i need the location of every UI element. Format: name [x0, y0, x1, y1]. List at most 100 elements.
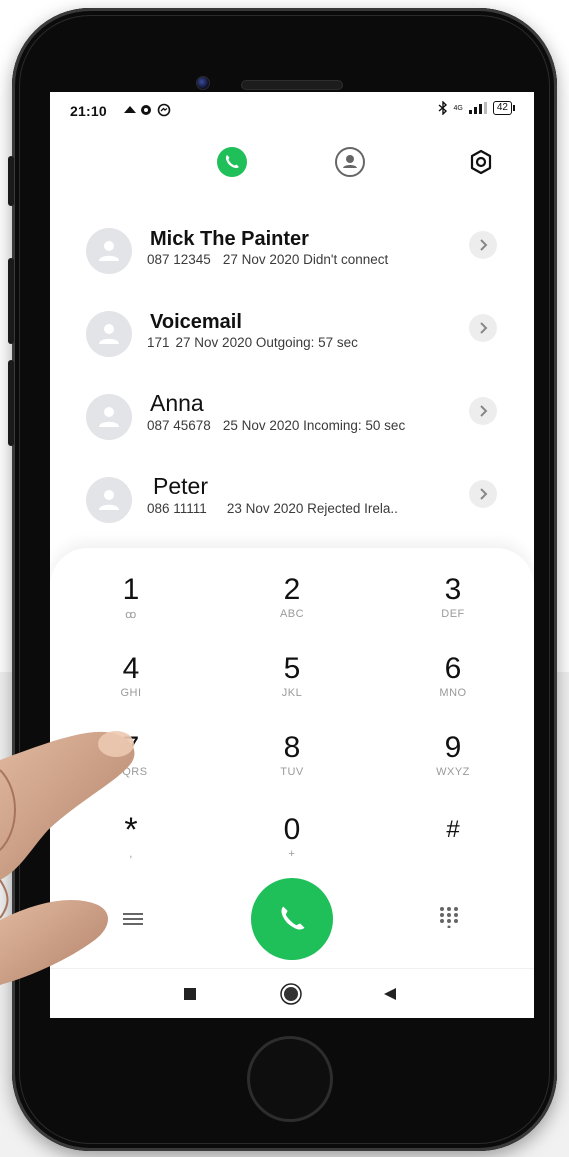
status-time: 21:10: [70, 103, 107, 119]
call-log-row[interactable]: Peter 086 11111 23 Nov 2020 Rejected Irel…: [50, 471, 534, 541]
tab-calls[interactable]: [216, 146, 248, 178]
contact-name: Peter: [153, 473, 208, 499]
chevron-right-icon: [480, 239, 488, 251]
avatar: [86, 394, 132, 440]
person-icon: [99, 324, 119, 344]
key-letters: WXYZ: [436, 766, 470, 778]
avatar: [86, 228, 132, 274]
key-digit: 7: [122, 731, 140, 764]
key-letters: ,: [129, 848, 133, 860]
key-2[interactable]: 2 ABC: [237, 574, 347, 640]
menu-icon: [123, 913, 143, 925]
phone-icon: [281, 906, 305, 930]
call-info: 25 Nov 2020 Incoming: 50 sec: [222, 418, 406, 433]
tab-contacts[interactable]: [334, 146, 366, 178]
key-letters: DEF: [441, 608, 465, 620]
key-3[interactable]: 3 DEF: [398, 574, 508, 640]
circle-icon: [280, 983, 302, 1005]
avatar: [86, 477, 132, 523]
key-letters: ABC: [279, 608, 305, 620]
square-icon: [184, 988, 196, 1000]
call-log-row[interactable]: Anna 087 45678 25 Nov 2020 Incoming: 50 s…: [50, 388, 534, 458]
call-number: 087 45678: [147, 418, 211, 433]
signal-icon: [468, 102, 487, 114]
keypad-toggle-button[interactable]: [434, 902, 464, 932]
key-1[interactable]: 1ꝏ: [76, 574, 186, 640]
key-digit: #: [446, 816, 460, 843]
call-log-row[interactable]: Voicemail 171 27 Nov 2020 Outgoing: 57 se…: [50, 305, 534, 375]
key-letters: GHI: [120, 687, 142, 699]
row-details-button[interactable]: [469, 397, 497, 425]
call-info: 23 Nov 2020 Rejected Irela..: [226, 501, 398, 516]
key-digit: 5: [283, 652, 301, 685]
call-number: 171: [147, 335, 170, 350]
android-nav-bar: [50, 968, 534, 1018]
contact-icon: [335, 147, 365, 177]
volume-down-button: [8, 360, 14, 446]
top-tabs: [50, 142, 534, 182]
settings-icon: [470, 149, 492, 175]
key-4[interactable]: 4 GHI: [76, 653, 186, 719]
key-digit: 9: [444, 731, 462, 764]
row-details-button[interactable]: [469, 231, 497, 259]
back-button[interactable]: [375, 979, 405, 1009]
row-details-button[interactable]: [469, 480, 497, 508]
key-digit: 6: [444, 652, 462, 685]
key-digit: 0: [283, 813, 301, 846]
call-number: 086 11111: [147, 501, 207, 516]
nav-home-button[interactable]: [276, 979, 306, 1009]
earpiece-speaker: [241, 80, 343, 90]
dialpad-actions: [50, 876, 534, 960]
front-camera: [196, 76, 210, 90]
key-digit: *: [124, 811, 138, 849]
bluetooth-icon: [438, 101, 447, 115]
home-button[interactable]: [247, 1036, 333, 1122]
menu-button[interactable]: [118, 904, 148, 934]
avatar: [86, 311, 132, 357]
back-triangle-icon: [384, 988, 396, 1000]
call-info: 27 Nov 2020 Didn't connect: [222, 252, 389, 267]
keypad-icon: [440, 907, 458, 928]
chevron-right-icon: [480, 322, 488, 334]
chevron-right-icon: [480, 405, 488, 417]
row-details-button[interactable]: [469, 314, 497, 342]
key-8[interactable]: 8 TUV: [237, 732, 347, 798]
key-digit: 3: [444, 573, 462, 606]
key-7[interactable]: 7 PQRS: [76, 732, 186, 798]
chevron-right-icon: [480, 488, 488, 500]
person-icon: [99, 241, 119, 261]
key-9[interactable]: 9 WXYZ: [398, 732, 508, 798]
status-bar: 21:10 4G 42: [50, 92, 534, 130]
key-hash[interactable]: #: [398, 814, 508, 880]
key-letters: MNO: [439, 687, 467, 699]
volume-up-button: [8, 258, 14, 344]
key-digit: 1: [122, 573, 140, 606]
call-details: 087 12345 27 Nov 2020 Didn't connect: [147, 252, 447, 267]
key-5[interactable]: 5 JKL: [237, 653, 347, 719]
key-star[interactable]: *,: [76, 811, 186, 880]
key-letters: JKL: [281, 687, 303, 699]
key-digit: 4: [122, 652, 140, 685]
contact-name: Mick The Painter: [150, 228, 309, 250]
key-0[interactable]: 0 +: [237, 814, 347, 880]
key-digit: 8: [283, 731, 301, 764]
network-type: 4G: [453, 104, 463, 112]
battery-indicator: 42: [492, 101, 516, 115]
call-log-row[interactable]: Mick The Painter 087 12345 27 Nov 2020 Di…: [50, 222, 534, 292]
person-icon: [99, 490, 119, 510]
voicemail-icon: ꝏ: [125, 609, 137, 621]
call-info: 27 Nov 2020 Outgoing: 57 sec: [175, 335, 358, 350]
notification-icons: [122, 101, 180, 120]
call-number: 087 12345: [147, 252, 211, 267]
mute-switch: [8, 156, 14, 206]
call-details: 171 27 Nov 2020 Outgoing: 57 sec: [147, 335, 447, 350]
key-6[interactable]: 6 MNO: [398, 653, 508, 719]
phone-screen: 21:10 4G 42 Mick The Painter 087 12345 2…: [50, 92, 534, 1018]
person-icon: [99, 407, 119, 427]
dialpad: 1ꝏ 2 ABC 3 DEF 4 GHI 5 JKL 6 MNO 7 PQRS 8 TUV 9…: [50, 548, 534, 1018]
call-button[interactable]: [251, 878, 333, 960]
recents-button[interactable]: [175, 979, 205, 1009]
tab-settings[interactable]: [465, 146, 497, 178]
call-details: 087 45678 25 Nov 2020 Incoming: 50 sec: [147, 418, 442, 433]
key-letters: TUV: [280, 766, 304, 778]
